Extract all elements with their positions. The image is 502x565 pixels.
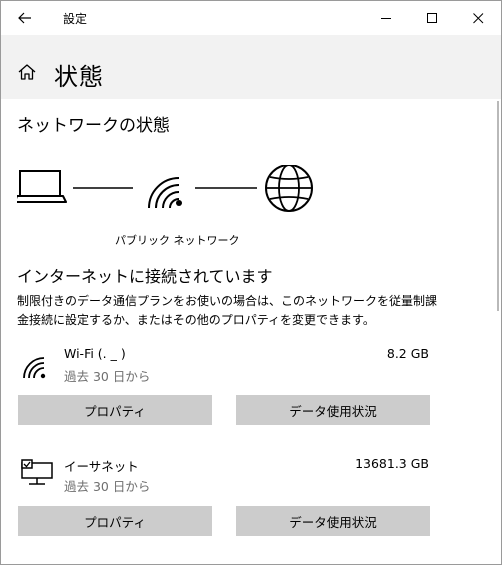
main-content: ネットワークの状態 パブリック ネットワーク インターネットに接続されています … — [1, 99, 493, 564]
wifi-signal-icon — [148, 177, 182, 209]
connection-usage: 13681.3 GB — [355, 456, 429, 471]
title-bar: 設定 — [1, 1, 501, 35]
ethernet-properties-button[interactable]: プロパティ — [18, 506, 212, 536]
minimize-icon — [380, 17, 391, 19]
globe-icon — [265, 165, 313, 212]
page-title: 状態 — [54, 63, 104, 91]
home-button[interactable] — [17, 63, 37, 85]
status-description: 制限付きのデータ通信プランをお使いの場合は、このネットワークを従量制課金接続に設… — [17, 294, 438, 327]
laptop-icon — [17, 170, 67, 203]
wifi-properties-button[interactable]: プロパティ — [18, 395, 212, 425]
ethernet-icon — [21, 459, 53, 485]
wifi-icon — [23, 357, 46, 379]
maximize-icon — [426, 12, 437, 23]
close-icon — [472, 12, 483, 23]
wifi-data-usage-button[interactable]: データ使用状況 — [236, 395, 430, 425]
minimize-button[interactable] — [363, 1, 409, 35]
network-type-label: パブリック ネットワーク — [115, 234, 240, 247]
connection-name: イーサネット — [64, 459, 139, 474]
ethernet-data-usage-button[interactable]: データ使用状況 — [236, 506, 430, 536]
connection-period: 過去 30 日から — [64, 369, 151, 384]
connection-status: インターネットに接続されています — [17, 267, 273, 286]
window-title: 設定 — [63, 12, 88, 26]
connection-period: 過去 30 日から — [64, 479, 151, 494]
network-diagram — [17, 165, 313, 212]
page-header: 状態 — [1, 35, 501, 99]
scrollbar[interactable] — [497, 101, 499, 311]
settings-window: 設定 状態 ネットワークの状態 パブリック ネットワーク インターネットに接続さ… — [0, 0, 502, 565]
close-button[interactable] — [455, 1, 501, 35]
section-title: ネットワークの状態 — [17, 116, 170, 136]
connection-usage: 8.2 GB — [386, 346, 429, 361]
back-button[interactable] — [1, 1, 49, 35]
home-icon — [18, 64, 36, 80]
connection-name: Wi-Fi (. _ ) — [64, 346, 126, 361]
back-arrow-icon — [18, 12, 31, 24]
maximize-button[interactable] — [409, 1, 455, 35]
